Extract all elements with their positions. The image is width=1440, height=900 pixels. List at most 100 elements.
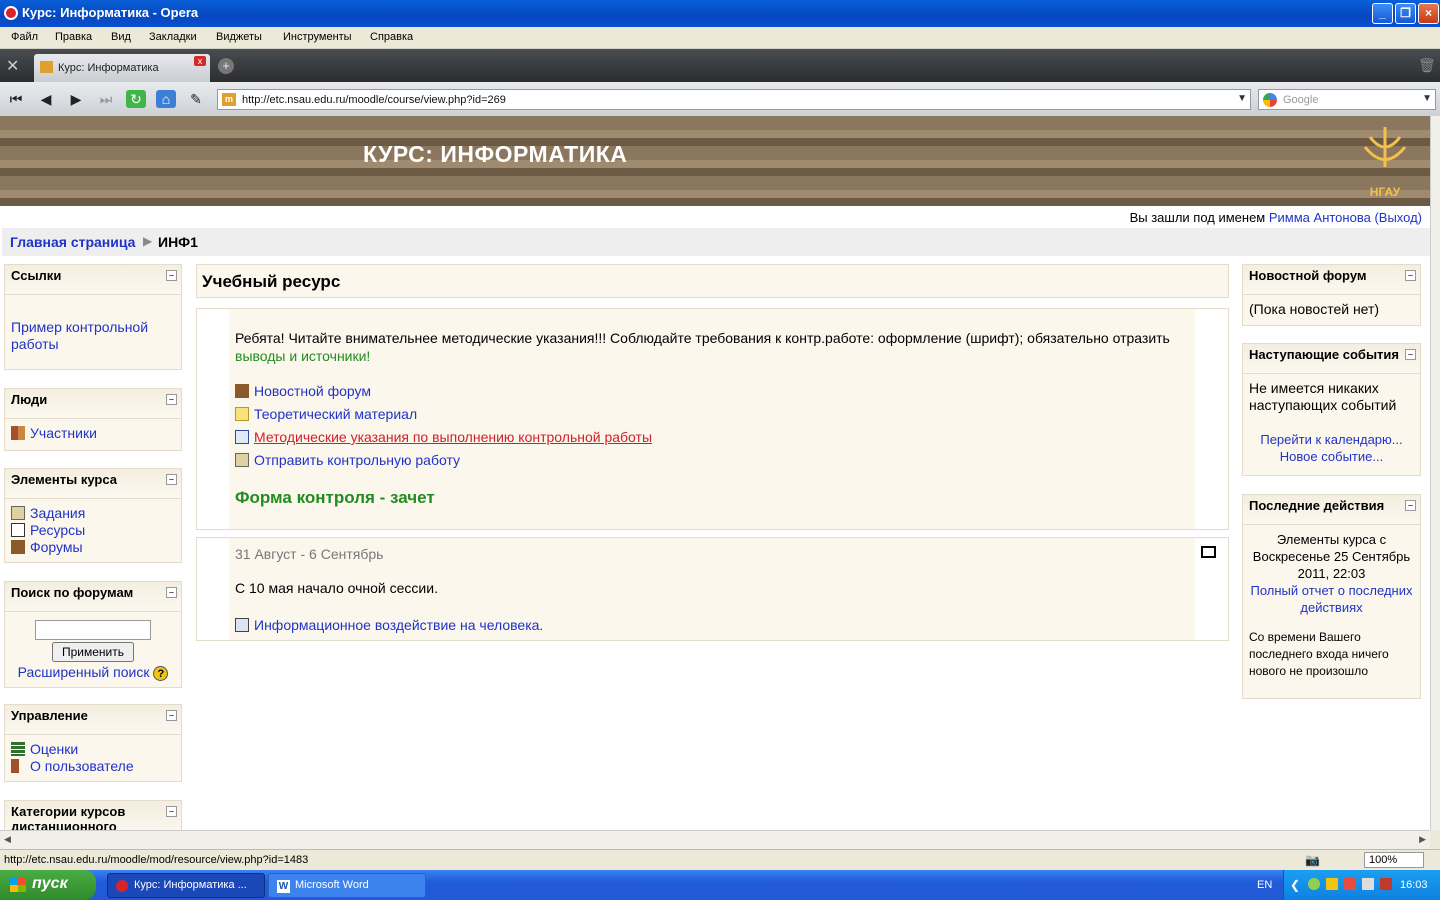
login-prefix: Вы зашли под именем [1129, 210, 1266, 225]
site-favicon-icon: m [222, 93, 236, 106]
resources-link[interactable]: Ресурсы [30, 522, 85, 538]
resources-icon [11, 523, 25, 537]
notice-green-text: выводы и источники! [235, 348, 371, 364]
collapse-icon[interactable]: – [1405, 270, 1416, 281]
tab-course[interactable]: Курс: Информатика x [34, 54, 210, 82]
scroll-left-icon[interactable]: ◀ [4, 834, 11, 845]
close-button[interactable]: × [1418, 3, 1439, 24]
logo-text: НГАУ [1369, 185, 1401, 199]
guidelines-link[interactable]: Методические указания по выполнению конт… [254, 429, 652, 445]
tray-app-icon[interactable] [1308, 878, 1320, 890]
block-links-title: Ссылки [11, 268, 62, 283]
reload-icon[interactable]: ↻ [126, 90, 146, 108]
advanced-search-link[interactable]: Расширенный поиск [18, 664, 150, 680]
minimize-button[interactable]: _ [1372, 3, 1393, 24]
start-button[interactable]: пуск [0, 870, 96, 900]
block-people-title: Люди [11, 392, 48, 407]
apply-button[interactable]: Применить [51, 642, 134, 662]
session-notice: С 10 мая начало очной сессии. [235, 580, 438, 596]
activity-news-forum[interactable]: Новостной форум [235, 382, 371, 400]
activity-guidelines[interactable]: Методические указания по выполнению конт… [235, 428, 652, 446]
news-forum-link[interactable]: Новостной форум [254, 383, 371, 399]
block-search-header: Поиск по форумам – [5, 582, 181, 612]
block-categories: Категории курсов дистанционного – [4, 800, 182, 831]
menu-widgets[interactable]: Виджеты [216, 31, 262, 43]
collapse-icon[interactable]: – [166, 710, 177, 721]
folder-icon [235, 407, 249, 421]
collapse-icon[interactable]: – [166, 474, 177, 485]
tab-close-icon[interactable]: x [194, 56, 206, 66]
home-icon[interactable]: ⌂ [156, 90, 176, 108]
menu-view[interactable]: Вид [111, 31, 131, 43]
highlight-week-icon[interactable] [1201, 546, 1216, 558]
collapse-icon[interactable]: – [166, 587, 177, 598]
search-dropdown-icon[interactable]: ▼ [1422, 93, 1432, 104]
collapse-icon[interactable]: – [1405, 500, 1416, 511]
menu-bookmarks[interactable]: Закладки [149, 31, 197, 43]
trash-icon[interactable]: 🗑 [1418, 57, 1436, 73]
menu-edit[interactable]: Правка [55, 31, 92, 43]
fast-forward-icon[interactable]: ⏭ [96, 90, 116, 108]
menu-file[interactable]: Файл [11, 31, 38, 43]
block-events-title: Наступающие события [1249, 347, 1400, 362]
theory-link[interactable]: Теоретический материал [254, 406, 417, 422]
assignments-link[interactable]: Задания [30, 505, 85, 521]
block-events-header: Наступающие события – [1243, 344, 1420, 374]
no-news-text: (Пока новостей нет) [1249, 301, 1380, 317]
logout-link[interactable]: (Выход) [1374, 210, 1422, 225]
forum-search-input[interactable] [35, 620, 151, 640]
grades-link[interactable]: Оценки [30, 741, 78, 757]
tray-gem-icon[interactable] [1380, 878, 1392, 890]
opera-icon [4, 6, 18, 20]
search-field[interactable]: Google ▼ [1258, 89, 1436, 110]
address-dropdown-icon[interactable]: ▼ [1237, 93, 1247, 104]
block-admin-header: Управление – [5, 705, 181, 735]
login-info: Вы зашли под именем Римма Антонова (Выхо… [1130, 210, 1422, 225]
calendar-link[interactable]: Перейти к календарю... [1260, 432, 1402, 447]
taskbar-opera-button[interactable]: Курс: Информатика ... [107, 873, 265, 898]
week-dates: 31 Август - 6 Сентябрь [235, 546, 384, 562]
collapse-icon[interactable]: – [166, 806, 177, 817]
new-event-link[interactable]: Новое событие... [1280, 449, 1383, 464]
forward-icon[interactable]: ▶ [66, 90, 86, 108]
address-bar[interactable]: m http://etc.nsau.edu.ru/moodle/course/v… [217, 89, 1251, 110]
new-tab-icon[interactable]: + [218, 58, 234, 74]
panels-icon[interactable]: ✕ [6, 56, 26, 75]
vertical-scrollbar[interactable] [1430, 116, 1440, 830]
address-url: http://etc.nsau.edu.ru/moodle/course/vie… [242, 94, 506, 106]
forums-link[interactable]: Форумы [30, 539, 83, 555]
user-link[interactable]: Римма Антонова [1269, 210, 1371, 225]
rewind-icon[interactable]: ⏮ [6, 90, 26, 108]
scroll-right-icon[interactable]: ▶ [1419, 834, 1426, 845]
breadcrumb-home-link[interactable]: Главная страница [10, 234, 135, 250]
back-icon[interactable]: ◀ [36, 90, 56, 108]
tray-expand-icon[interactable]: ❮ [1290, 878, 1300, 892]
collapse-icon[interactable]: – [1405, 349, 1416, 360]
horizontal-scrollbar[interactable]: ◀ ▶ [0, 830, 1430, 849]
submit-work-link[interactable]: Отправить контрольную работу [254, 452, 460, 468]
assignments-icon [11, 506, 25, 520]
activity-submit[interactable]: Отправить контрольную работу [235, 451, 460, 469]
sample-test-link[interactable]: Пример контрольной работы [11, 319, 148, 352]
tray-shield-icon[interactable] [1326, 878, 1338, 890]
menu-tools[interactable]: Инструменты [283, 31, 352, 43]
maximize-button[interactable]: ❐ [1395, 3, 1416, 24]
activity-info-impact[interactable]: Информационное воздействие на человека. [235, 616, 543, 634]
help-icon[interactable]: ? [153, 666, 169, 681]
info-impact-link[interactable]: Информационное воздействие на человека. [254, 617, 543, 633]
tray-network-icon[interactable] [1362, 878, 1374, 890]
taskbar-word-button[interactable]: W Microsoft Word [268, 873, 426, 898]
collapse-icon[interactable]: – [166, 270, 177, 281]
activity-theory[interactable]: Теоретический материал [235, 405, 417, 423]
full-report-link[interactable]: Полный отчет о последних действиях [1251, 583, 1413, 615]
zoom-control[interactable]: 100% [1364, 852, 1424, 868]
menu-help[interactable]: Справка [370, 31, 413, 43]
camera-icon[interactable]: 📷 [1305, 853, 1320, 867]
profile-link[interactable]: О пользователе [30, 758, 134, 774]
participants-link[interactable]: Участники [30, 425, 97, 441]
tray-antivirus-icon[interactable] [1344, 878, 1356, 890]
language-indicator[interactable]: EN [1257, 879, 1272, 891]
edit-pen-icon[interactable]: ✎ [186, 90, 206, 108]
collapse-icon[interactable]: – [166, 394, 177, 405]
forums-icon [11, 540, 25, 554]
